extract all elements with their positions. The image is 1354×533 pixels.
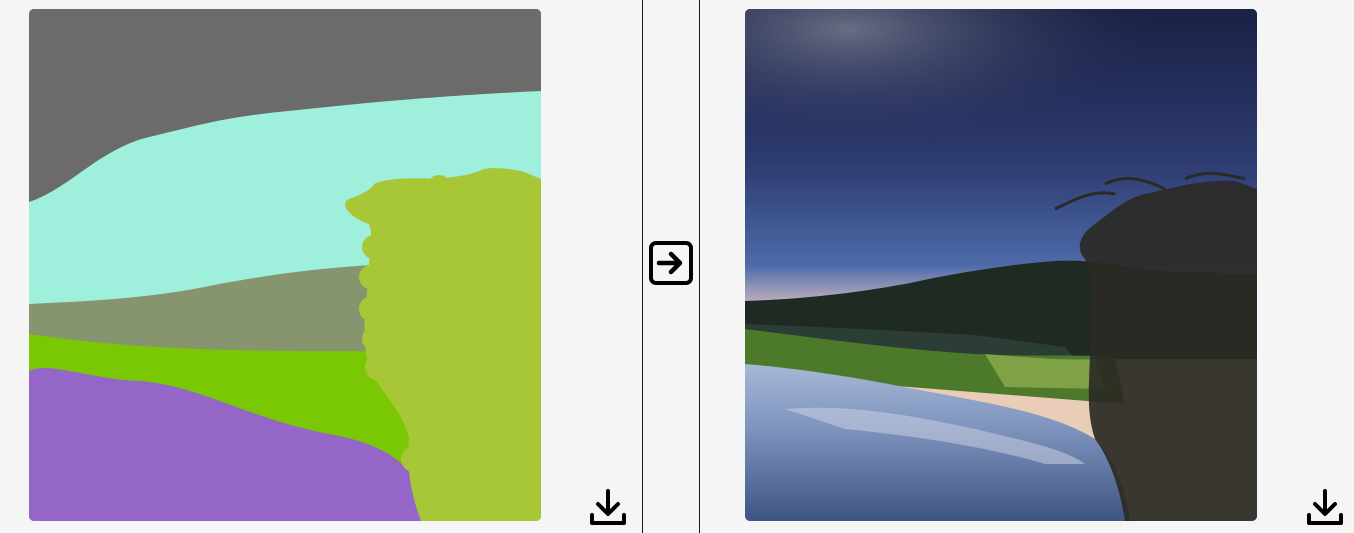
download-icon: [590, 489, 626, 525]
generated-image: [745, 9, 1257, 521]
sketch-canvas[interactable]: [29, 9, 541, 521]
convert-button[interactable]: [648, 240, 694, 286]
sketch-drawing: [29, 9, 541, 521]
download-icon: [1307, 489, 1343, 525]
output-panel: [700, 0, 1354, 533]
convert-column: [643, 0, 699, 533]
app-root: [0, 0, 1354, 533]
arrow-right-box-icon: [649, 241, 693, 285]
download-sketch-button[interactable]: [587, 486, 629, 528]
sketch-panel: [0, 0, 642, 533]
clouds: [745, 9, 1257, 209]
generated-landscape: [745, 9, 1257, 521]
download-result-button[interactable]: [1304, 486, 1346, 528]
